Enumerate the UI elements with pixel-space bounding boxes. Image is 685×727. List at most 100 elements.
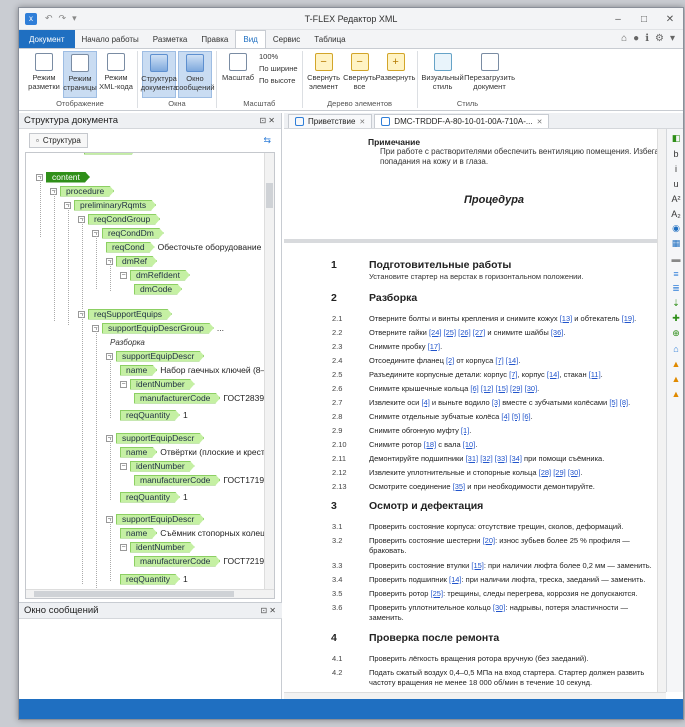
figure-reference-link[interactable]: [19] bbox=[622, 314, 635, 323]
figure-reference-link[interactable]: [1] bbox=[461, 426, 469, 435]
tree-node[interactable]: − preliminaryRqmts bbox=[64, 199, 156, 211]
tree-node[interactable]: reqQuantity 1 bbox=[120, 409, 188, 421]
collapse-toggle-icon[interactable]: − bbox=[120, 380, 127, 388]
element-tag[interactable]: dmRefIdent bbox=[130, 270, 190, 281]
tab-welcome[interactable]: Приветствие ✕ bbox=[288, 114, 373, 128]
warning-icon[interactable]: ▲ bbox=[670, 358, 682, 369]
zoom-100-button[interactable]: 100% bbox=[259, 51, 298, 63]
figure-reference-link[interactable]: [15] bbox=[471, 561, 484, 570]
visual-style-button[interactable]: Визуальный стиль bbox=[421, 51, 464, 98]
element-tag[interactable]: identNumber bbox=[130, 542, 195, 553]
tree-node[interactable]: reqQuantity 1 bbox=[120, 491, 188, 503]
figure-reference-link[interactable]: [35] bbox=[453, 482, 466, 491]
figure-reference-link[interactable]: [25] bbox=[444, 328, 457, 337]
figure-reference-link[interactable]: [15] bbox=[495, 384, 508, 393]
tree-node[interactable]: − supportEquipDescr bbox=[106, 513, 204, 525]
element-tag[interactable]: content bbox=[46, 172, 90, 183]
element-tag[interactable]: manufacturerCode bbox=[134, 475, 220, 486]
element-tag[interactable]: reqQuantity bbox=[120, 492, 180, 503]
element-tag[interactable]: supportEquipDescr bbox=[116, 514, 204, 525]
element-tag[interactable]: name bbox=[120, 447, 157, 458]
figure-reference-link[interactable]: [2] bbox=[446, 356, 454, 365]
indent-icon[interactable]: ⇣ bbox=[670, 298, 682, 309]
tree-text[interactable]: Разборка bbox=[110, 336, 145, 348]
element-tag[interactable]: reqQuantity bbox=[120, 574, 180, 585]
element-tag[interactable]: alertRefId bbox=[84, 152, 137, 155]
warning-icon[interactable]: ▲ bbox=[670, 388, 682, 399]
collapse-toggle-icon[interactable]: − bbox=[120, 543, 127, 551]
figure-reference-link[interactable]: [34] bbox=[509, 454, 522, 463]
pin-close-icon[interactable]: ⊡ ✕ bbox=[260, 606, 276, 615]
tree-node[interactable]: alertRefId bbox=[84, 152, 137, 155]
sync-icon[interactable]: ⇆ bbox=[263, 135, 271, 146]
reload-document-button[interactable]: Перезагрузить документ bbox=[464, 51, 515, 98]
element-tag[interactable]: supportEquipDescr bbox=[116, 351, 204, 362]
figure-reference-link[interactable]: [20] bbox=[483, 536, 496, 545]
italic-icon[interactable]: i bbox=[670, 163, 682, 174]
gear-icon[interactable]: ⚙ bbox=[655, 33, 664, 44]
element-tag[interactable]: reqCond bbox=[106, 242, 155, 253]
subscript-icon[interactable]: A₂ bbox=[670, 208, 682, 219]
tab-start[interactable]: Начало работы bbox=[75, 30, 146, 48]
collapse-toggle-icon[interactable]: − bbox=[120, 462, 127, 470]
numbered-list-icon[interactable]: ≣ bbox=[670, 283, 682, 294]
tree-node[interactable]: − supportEquipDescr bbox=[106, 350, 204, 362]
add-icon[interactable]: ✚ bbox=[670, 313, 682, 324]
scroll-thumb[interactable] bbox=[34, 591, 234, 597]
superscript-icon[interactable]: A² bbox=[670, 193, 682, 204]
tree-node[interactable]: manufacturerCode ГОСТ2839-8( bbox=[134, 392, 274, 404]
structure-window-button[interactable]: Структура документа bbox=[141, 51, 177, 98]
redo-icon[interactable]: ↷ bbox=[59, 13, 67, 24]
figure-reference-link[interactable]: [25] bbox=[431, 589, 444, 598]
figure-reference-link[interactable]: [8] bbox=[620, 398, 628, 407]
tree-vertical-scrollbar[interactable] bbox=[264, 153, 274, 598]
figure-reference-link[interactable]: [26] bbox=[458, 328, 471, 337]
tab-markup[interactable]: Разметка bbox=[146, 30, 195, 48]
element-tag[interactable]: reqQuantity bbox=[120, 410, 180, 421]
tree-node[interactable]: manufacturerCode ГОСТ17199- bbox=[134, 474, 272, 486]
table-icon[interactable]: ▦ bbox=[670, 238, 682, 249]
figure-reference-link[interactable]: [30] bbox=[568, 468, 581, 477]
tree-node[interactable]: − supportEquipDescr bbox=[106, 432, 204, 444]
collapse-toggle-icon[interactable]: − bbox=[120, 271, 127, 279]
color-icon[interactable]: ◉ bbox=[670, 223, 682, 234]
collapse-element-button[interactable]: − Свернуть элемент bbox=[307, 51, 341, 98]
figure-reference-link[interactable]: [7] bbox=[495, 356, 503, 365]
zoom-button[interactable]: Масштаб bbox=[221, 51, 255, 98]
element-tag[interactable]: dmCode bbox=[134, 284, 182, 295]
figure-reference-link[interactable]: [6] bbox=[470, 384, 478, 393]
tree-node[interactable]: − identNumber bbox=[120, 460, 195, 472]
element-tag[interactable]: name bbox=[120, 365, 157, 376]
figure-reference-link[interactable]: [31] bbox=[466, 454, 479, 463]
tree-node[interactable]: − dmRefIdent bbox=[120, 269, 190, 281]
figure-reference-link[interactable]: [29] bbox=[510, 384, 523, 393]
tree-node[interactable]: − supportEquipDescrGroup... bbox=[92, 322, 224, 334]
tree-horizontal-scrollbar[interactable] bbox=[26, 589, 274, 598]
element-tag[interactable]: procedure bbox=[60, 186, 114, 197]
figure-reference-link[interactable]: [11] bbox=[589, 370, 601, 379]
figure-reference-link[interactable]: [24] bbox=[429, 328, 442, 337]
maximize-button[interactable]: □ bbox=[631, 8, 657, 30]
figure-reference-link[interactable]: [10] bbox=[463, 440, 476, 449]
figure-reference-link[interactable]: [14] bbox=[449, 575, 462, 584]
tree-node[interactable]: − identNumber bbox=[120, 541, 195, 553]
tree-node[interactable]: − reqCondDm bbox=[92, 227, 164, 239]
scroll-thumb[interactable] bbox=[266, 183, 273, 208]
tab-edit[interactable]: Правка bbox=[194, 30, 235, 48]
element-tag[interactable]: supportEquipDescr bbox=[116, 433, 204, 444]
tab-document[interactable]: Документ bbox=[19, 30, 75, 48]
figure-reference-link[interactable]: [14] bbox=[547, 370, 560, 379]
element-tag[interactable]: reqCondGroup bbox=[88, 214, 160, 225]
element-tag[interactable]: identNumber bbox=[130, 379, 195, 390]
customize-icon[interactable]: ▾ bbox=[72, 13, 77, 24]
figure-reference-link[interactable]: [27] bbox=[473, 328, 486, 337]
tree-node[interactable]: − dmRef bbox=[106, 255, 157, 267]
tab-dmc-document[interactable]: DMC-TRDDF-A-80-10-01-00A-710A-... ✕ bbox=[374, 114, 550, 128]
figure-reference-link[interactable]: [14] bbox=[506, 356, 519, 365]
figure-reference-link[interactable]: [4] bbox=[501, 412, 509, 421]
link-icon[interactable]: ⌂ bbox=[670, 343, 682, 354]
figure-reference-link[interactable]: [17] bbox=[428, 342, 441, 351]
figure-reference-link[interactable]: [5] bbox=[609, 398, 617, 407]
close-icon[interactable]: ✕ bbox=[359, 118, 365, 126]
tab-service[interactable]: Сервис bbox=[266, 30, 307, 48]
